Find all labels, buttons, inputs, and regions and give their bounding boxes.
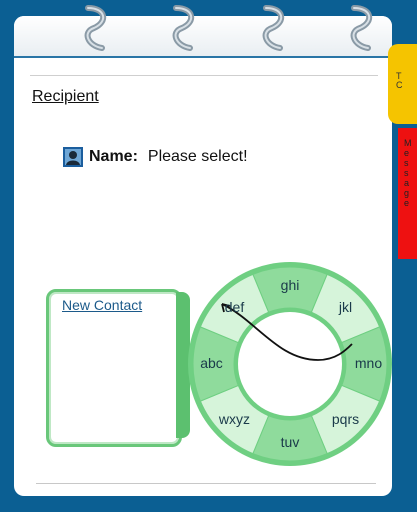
name-label: Name: bbox=[89, 148, 138, 165]
divider-bottom bbox=[36, 483, 376, 484]
divider-top bbox=[30, 75, 378, 76]
dial-label-def[interactable]: def bbox=[212, 299, 256, 315]
yellow-side-tab[interactable]: T C bbox=[388, 44, 417, 124]
person-icon bbox=[63, 147, 83, 167]
dial-label-tuv[interactable]: tuv bbox=[268, 434, 312, 450]
dial-label-mno[interactable]: mno bbox=[347, 355, 391, 371]
spiral-ring-icon bbox=[84, 5, 106, 51]
spiral-ring-icon bbox=[350, 5, 372, 51]
dial-label-abc[interactable]: abc bbox=[190, 355, 234, 371]
name-value[interactable]: Please select! bbox=[148, 148, 248, 166]
name-row: Name: Please select! bbox=[63, 146, 248, 168]
dial-label-jkl[interactable]: jkl bbox=[324, 299, 368, 315]
dial-label-wxyz[interactable]: wxyz bbox=[212, 411, 256, 427]
dial-label-ghi[interactable]: ghi bbox=[268, 277, 312, 293]
recipient-heading: Recipient bbox=[32, 88, 99, 105]
spiral-ring-icon bbox=[262, 5, 284, 51]
new-contact-link[interactable]: New Contact bbox=[62, 297, 142, 313]
notebook-top-band bbox=[14, 16, 392, 58]
dial-label-pqrs[interactable]: pqrs bbox=[324, 411, 368, 427]
spiral-ring-icon bbox=[172, 5, 194, 51]
red-side-tab[interactable]: M e s s a g e bbox=[398, 128, 417, 259]
